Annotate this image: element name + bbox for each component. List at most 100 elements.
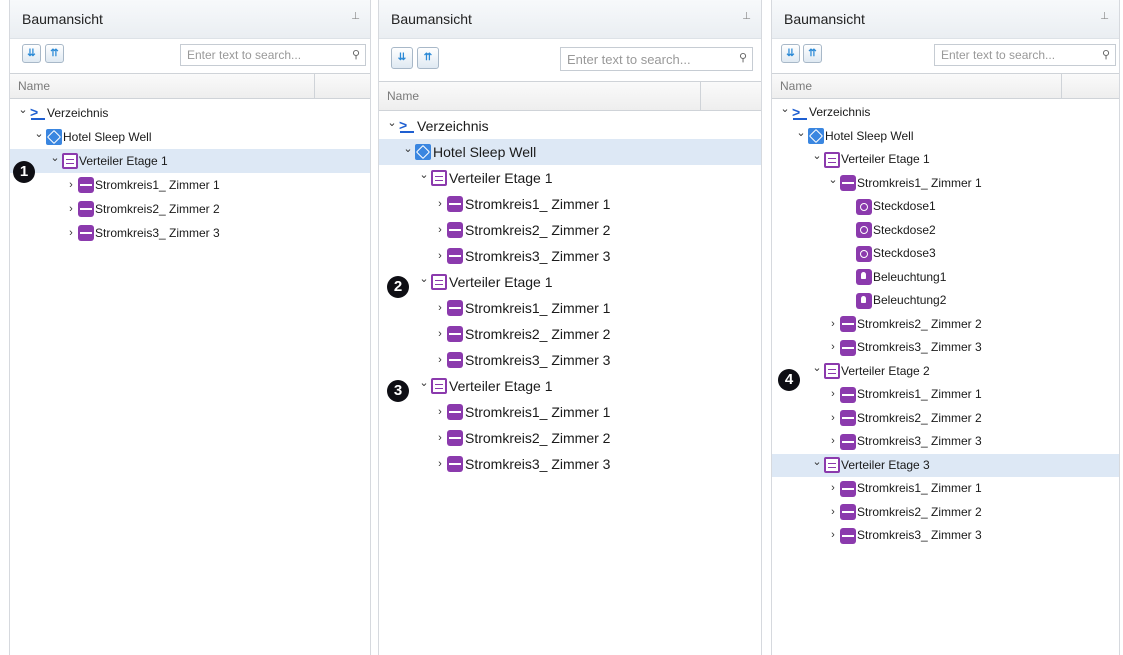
chevron-right-icon[interactable]: › bbox=[435, 451, 445, 477]
search-input[interactable] bbox=[935, 45, 1115, 65]
chevron-down-icon[interactable]: ⌄ bbox=[50, 146, 60, 170]
chevron-right-icon[interactable]: › bbox=[828, 383, 838, 407]
column-name-label[interactable]: Name bbox=[780, 79, 812, 93]
tree-node[interactable]: › Stromkreis3_ Zimmer 3 bbox=[379, 243, 761, 269]
tree-node[interactable]: ⌄ Verteiler Etage 1 bbox=[379, 269, 761, 295]
tree-node[interactable]: ⌄ > Verzeichnis bbox=[10, 101, 370, 125]
tree-node[interactable]: › Stromkreis1_ Zimmer 1 bbox=[772, 477, 1119, 501]
chevron-right-icon[interactable]: › bbox=[66, 197, 76, 221]
column-name-label[interactable]: Name bbox=[387, 89, 419, 103]
chevron-down-icon[interactable]: ⌄ bbox=[34, 122, 44, 146]
tree-node[interactable]: › Stromkreis1_ Zimmer 1 bbox=[10, 173, 370, 197]
chevron-right-icon[interactable]: › bbox=[435, 425, 445, 451]
chevron-right-icon[interactable]: › bbox=[435, 217, 445, 243]
pin-icon[interactable]: ⊥ bbox=[351, 11, 360, 22]
search-icon[interactable]: ⚲ bbox=[352, 48, 360, 61]
tree-node[interactable]: › Stromkreis3_ Zimmer 3 bbox=[772, 430, 1119, 454]
chevron-down-icon[interactable]: ⌄ bbox=[780, 98, 790, 122]
chevron-right-icon[interactable]: › bbox=[435, 347, 445, 373]
chevron-right-icon[interactable]: › bbox=[828, 501, 838, 525]
expand-all-button[interactable]: ⇊ bbox=[391, 47, 413, 69]
stromkreis-icon bbox=[447, 222, 463, 238]
expand-all-button[interactable]: ⇊ bbox=[22, 44, 41, 63]
tree-node[interactable]: › Stromkreis1_ Zimmer 1 bbox=[379, 295, 761, 321]
tree-node[interactable]: ⌄ Verteiler Etage 1 bbox=[379, 373, 761, 399]
chevron-right-icon[interactable]: › bbox=[435, 243, 445, 269]
tree-node[interactable]: ⌄ Verteiler Etage 2 bbox=[772, 360, 1119, 384]
tree-node[interactable]: ⌄ Hotel Sleep Well bbox=[10, 125, 370, 149]
tree-node[interactable]: ⌄ Verteiler Etage 3 bbox=[772, 451, 1119, 477]
chevron-down-icon[interactable]: ⌄ bbox=[387, 110, 397, 136]
chevron-right-icon[interactable]: › bbox=[435, 295, 445, 321]
tree-node[interactable]: ⌄ > Verzeichnis bbox=[379, 113, 761, 139]
tree-node[interactable]: Steckdose2 bbox=[772, 219, 1119, 243]
tree-node[interactable]: › Stromkreis2_ Zimmer 2 bbox=[10, 197, 370, 221]
tree-node[interactable]: › Stromkreis2_ Zimmer 2 bbox=[772, 313, 1119, 337]
chevron-down-icon[interactable]: ⌄ bbox=[812, 451, 822, 475]
chevron-right-icon[interactable]: › bbox=[828, 430, 838, 454]
tree-node[interactable]: › Stromkreis3_ Zimmer 3 bbox=[10, 221, 370, 245]
tree-node[interactable]: › Stromkreis1_ Zimmer 1 bbox=[379, 191, 761, 217]
tree-node[interactable]: › Stromkreis3_ Zimmer 3 bbox=[379, 451, 761, 477]
chevron-down-icon[interactable]: ⌄ bbox=[419, 266, 429, 292]
collapse-all-button[interactable]: ⇈ bbox=[803, 44, 822, 63]
expand-all-button[interactable]: ⇊ bbox=[781, 44, 800, 63]
tree-node[interactable]: ⌄ > Verzeichnis bbox=[772, 101, 1119, 125]
column-name-label[interactable]: Name bbox=[18, 79, 50, 93]
search-input[interactable] bbox=[561, 48, 752, 70]
tree-node[interactable]: › Stromkreis2_ Zimmer 2 bbox=[772, 407, 1119, 431]
column-divider[interactable] bbox=[1061, 74, 1062, 99]
search-icon[interactable]: ⚲ bbox=[1102, 48, 1110, 61]
tree-node[interactable]: Steckdose3 bbox=[772, 242, 1119, 266]
chevron-right-icon[interactable]: › bbox=[828, 477, 838, 501]
tree-node[interactable]: › Stromkreis3_ Zimmer 3 bbox=[379, 347, 761, 373]
collapse-all-button[interactable]: ⇈ bbox=[417, 47, 439, 69]
tree-node[interactable]: Beleuchtung2 bbox=[772, 289, 1119, 313]
pin-icon[interactable]: ⊥ bbox=[1100, 11, 1109, 22]
chevron-down-icon[interactable]: ⌄ bbox=[812, 145, 822, 169]
tree-node[interactable]: ⌄ Verteiler Etage 1 bbox=[772, 148, 1119, 172]
column-divider[interactable] bbox=[700, 82, 701, 111]
chevron-down-icon[interactable]: ⌄ bbox=[812, 357, 822, 381]
tree-node[interactable]: › Stromkreis2_ Zimmer 2 bbox=[379, 321, 761, 347]
chevron-right-icon[interactable]: › bbox=[66, 221, 76, 245]
tree-node[interactable]: ⌄ Verteiler Etage 1 bbox=[10, 149, 370, 173]
pin-icon[interactable]: ⊥ bbox=[742, 11, 751, 22]
tree-node-label: Verteiler Etage 1 bbox=[79, 154, 168, 168]
tree-node[interactable]: › Stromkreis2_ Zimmer 2 bbox=[379, 425, 761, 451]
tree-node[interactable]: › Stromkreis3_ Zimmer 3 bbox=[772, 524, 1119, 548]
chevron-right-icon[interactable]: › bbox=[828, 313, 838, 337]
chevron-right-icon[interactable]: › bbox=[828, 524, 838, 548]
chevron-right-icon[interactable]: › bbox=[66, 173, 76, 197]
chevron-right-icon[interactable]: › bbox=[435, 321, 445, 347]
marker-3: 3 bbox=[387, 380, 409, 402]
chevron-down-icon[interactable]: ⌄ bbox=[828, 169, 838, 193]
chevron-down-icon[interactable]: ⌄ bbox=[419, 162, 429, 188]
search-icon[interactable]: ⚲ bbox=[739, 51, 747, 64]
tree-node[interactable]: Steckdose1 bbox=[772, 195, 1119, 219]
tree-node[interactable]: ⌄ Stromkreis1_ Zimmer 1 bbox=[772, 172, 1119, 196]
tree-view: ⌄ > Verzeichnis ⌄ Hotel Sleep Well ⌄ Verteiler… bbox=[379, 111, 761, 479]
chevron-down-icon[interactable]: ⌄ bbox=[796, 122, 806, 146]
tree-node[interactable]: Beleuchtung1 bbox=[772, 266, 1119, 290]
tree-node[interactable]: › Stromkreis3_ Zimmer 3 bbox=[772, 336, 1119, 360]
chevron-down-icon[interactable]: ⌄ bbox=[419, 370, 429, 396]
tree-node[interactable]: ⌄ Verteiler Etage 1 bbox=[379, 165, 761, 191]
chevron-down-icon[interactable]: ⌄ bbox=[403, 136, 413, 162]
tree-node[interactable]: ⌄ Hotel Sleep Well bbox=[379, 139, 761, 165]
tree-node[interactable]: › Stromkreis2_ Zimmer 2 bbox=[772, 501, 1119, 525]
chevron-down-icon[interactable]: ⌄ bbox=[18, 98, 28, 122]
chevron-right-icon[interactable]: › bbox=[828, 407, 838, 431]
chevron-right-icon[interactable]: › bbox=[435, 399, 445, 425]
tree-node[interactable]: › Stromkreis1_ Zimmer 1 bbox=[772, 383, 1119, 407]
steckdose-icon bbox=[856, 245, 872, 262]
column-divider[interactable] bbox=[314, 74, 315, 99]
chevron-right-icon[interactable]: › bbox=[828, 336, 838, 360]
chevron-right-icon[interactable]: › bbox=[435, 191, 445, 217]
tree-node[interactable]: ⌄ Hotel Sleep Well bbox=[772, 125, 1119, 149]
collapse-all-button[interactable]: ⇈ bbox=[45, 44, 64, 63]
search-input[interactable] bbox=[181, 45, 365, 65]
tree-node-label: Steckdose1 bbox=[873, 199, 936, 213]
tree-node[interactable]: › Stromkreis1_ Zimmer 1 bbox=[379, 399, 761, 425]
tree-node[interactable]: › Stromkreis2_ Zimmer 2 bbox=[379, 217, 761, 243]
